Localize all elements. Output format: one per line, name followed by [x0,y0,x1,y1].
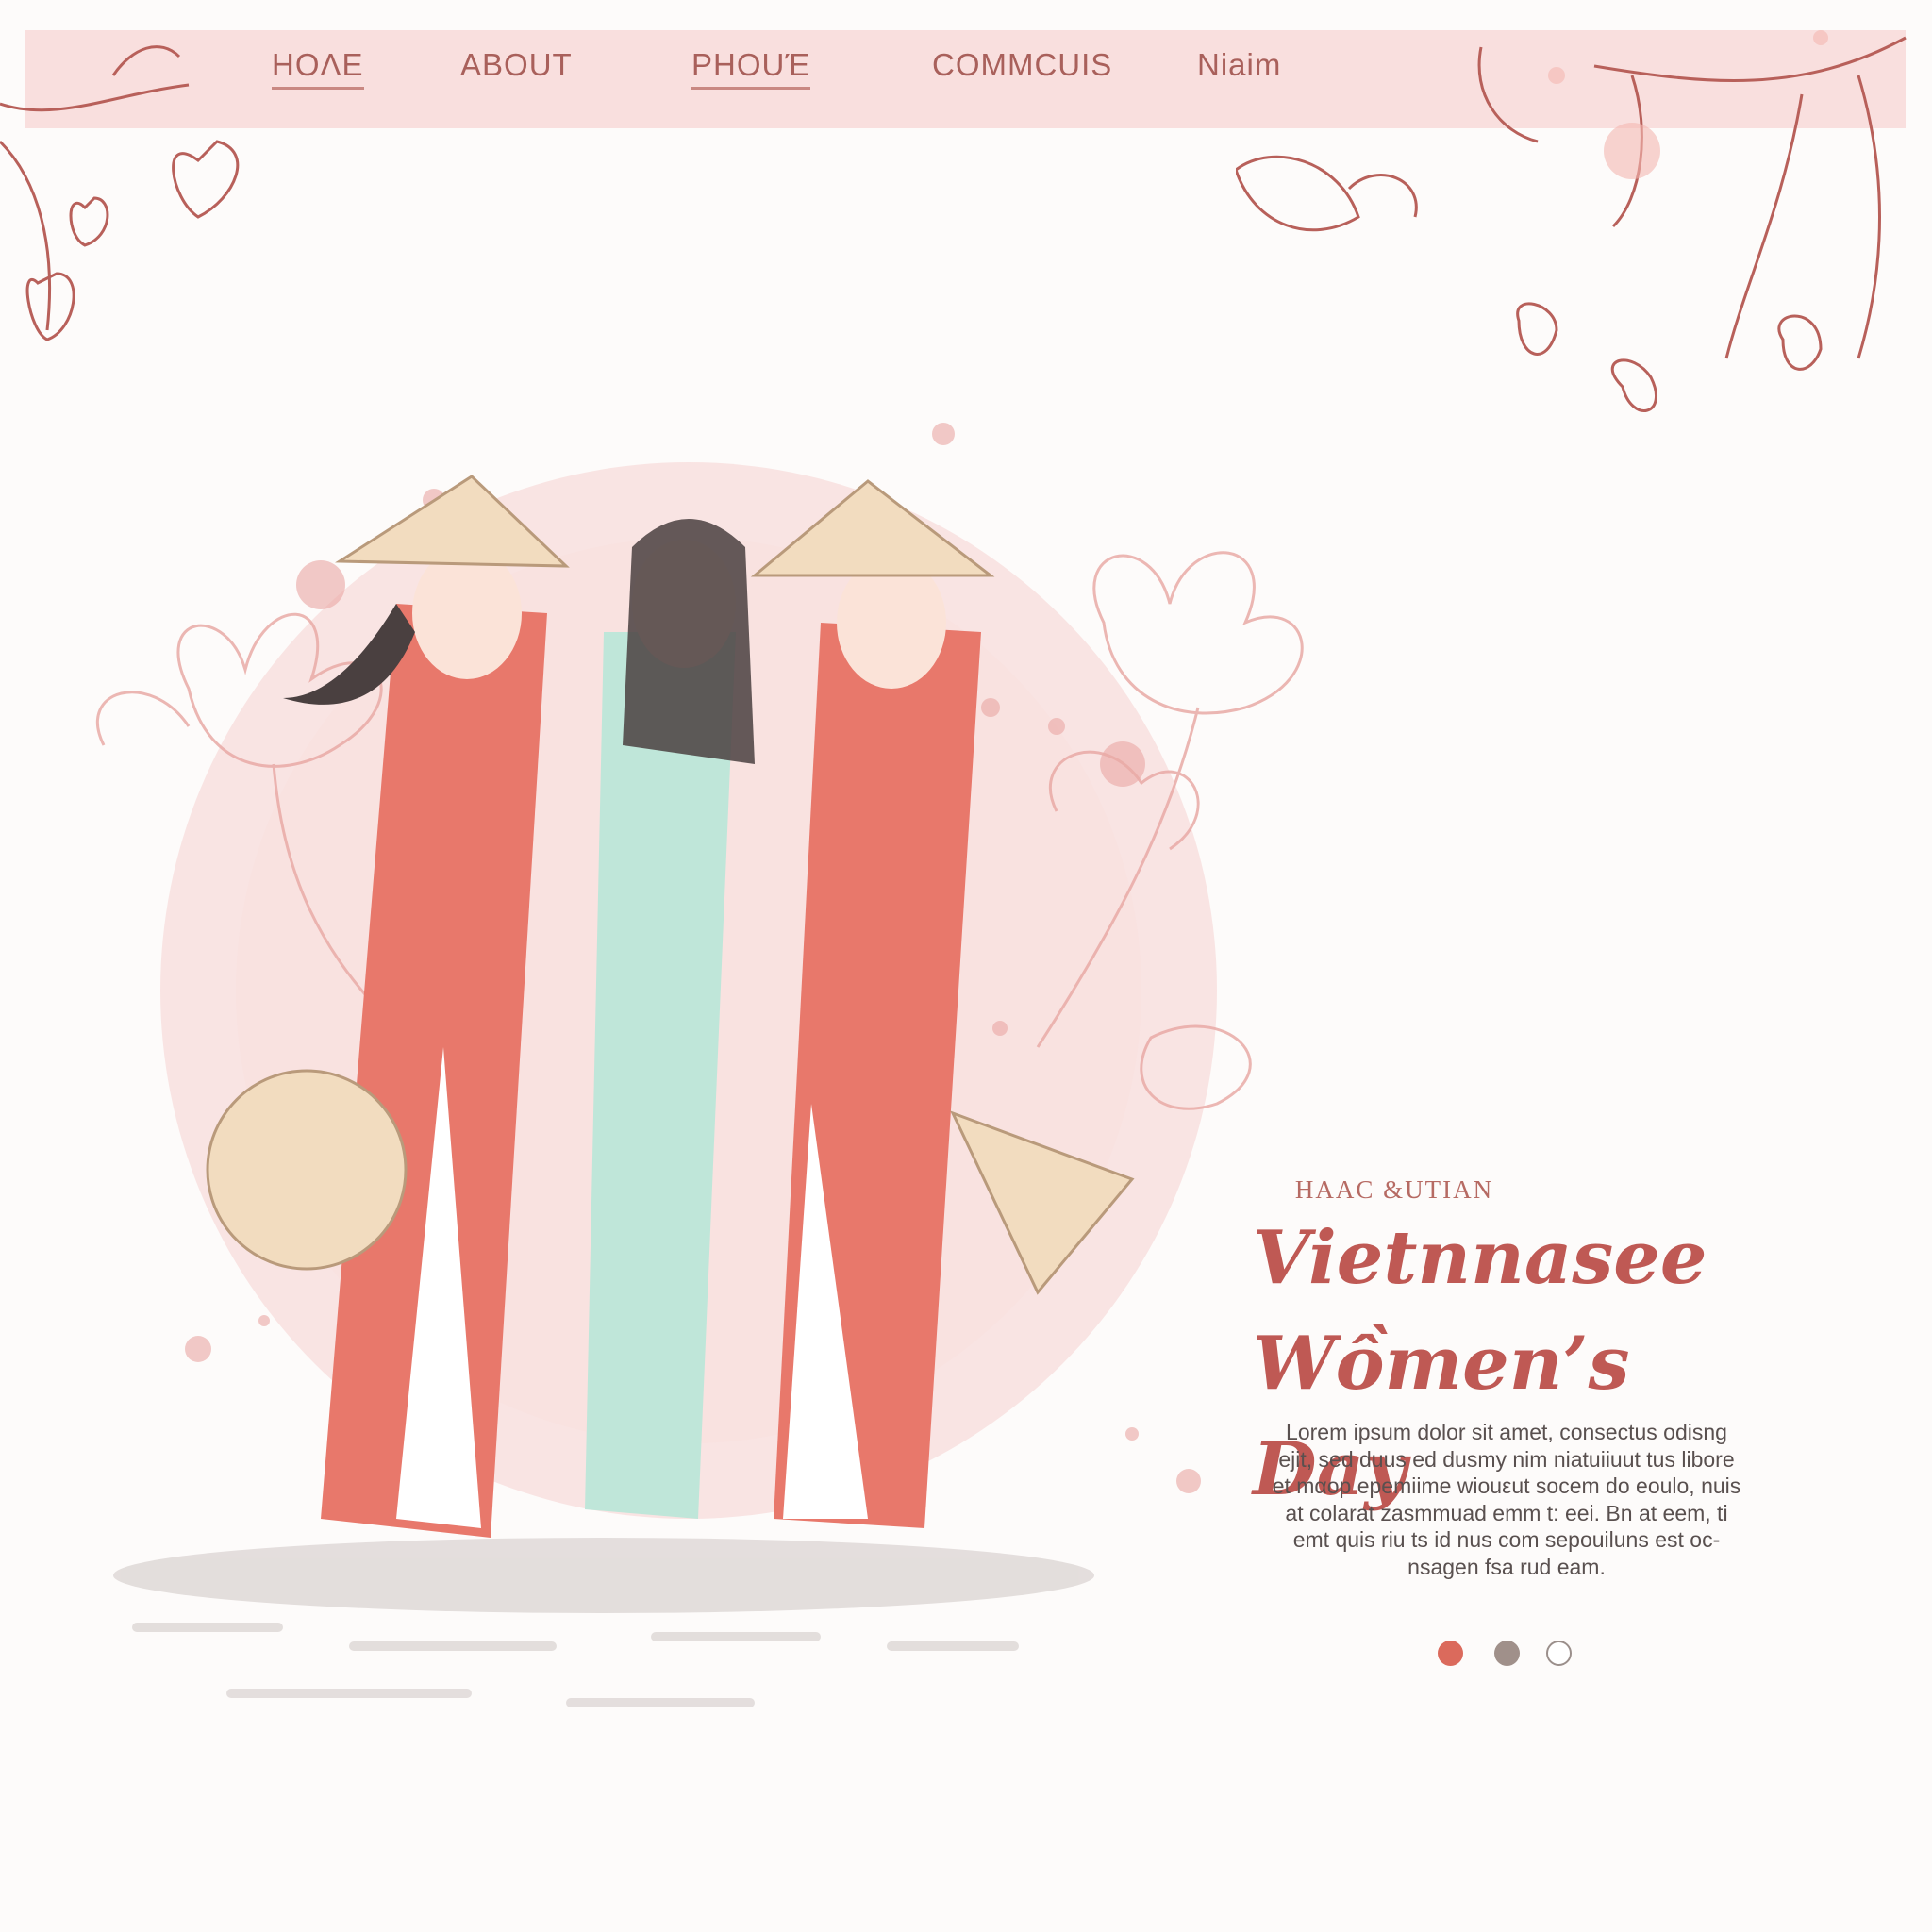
carousel-dot-2[interactable] [1494,1641,1520,1666]
hero-illustration [96,423,1304,1707]
carousel-dot-3[interactable] [1546,1641,1572,1666]
carousel-indicators [1438,1641,1579,1669]
cherry-branch-icon [1236,30,1907,412]
nav-phoue-link[interactable]: PHOUΈ [691,47,811,90]
hero-eyebrow: HAAC &UTIAN [1294,1175,1494,1204]
headline-line-1: Vietnnasee [1253,1215,1707,1301]
cherry-branch-icon [0,45,240,341]
conical-hat-icon [206,1069,408,1271]
nav-commcuis-link[interactable]: COMMCUIS [932,47,1112,83]
nav-about-link[interactable]: ABOUT [460,47,573,83]
carousel-dot-1[interactable] [1438,1641,1463,1666]
landing-page: HOΛE ABOUT PHOUΈ COMMCUIS Niaim HAAC &UT… [0,0,1932,1932]
hero-body-text: Lorem ipsum dolor sit amet, consectus od… [1272,1420,1741,1579]
